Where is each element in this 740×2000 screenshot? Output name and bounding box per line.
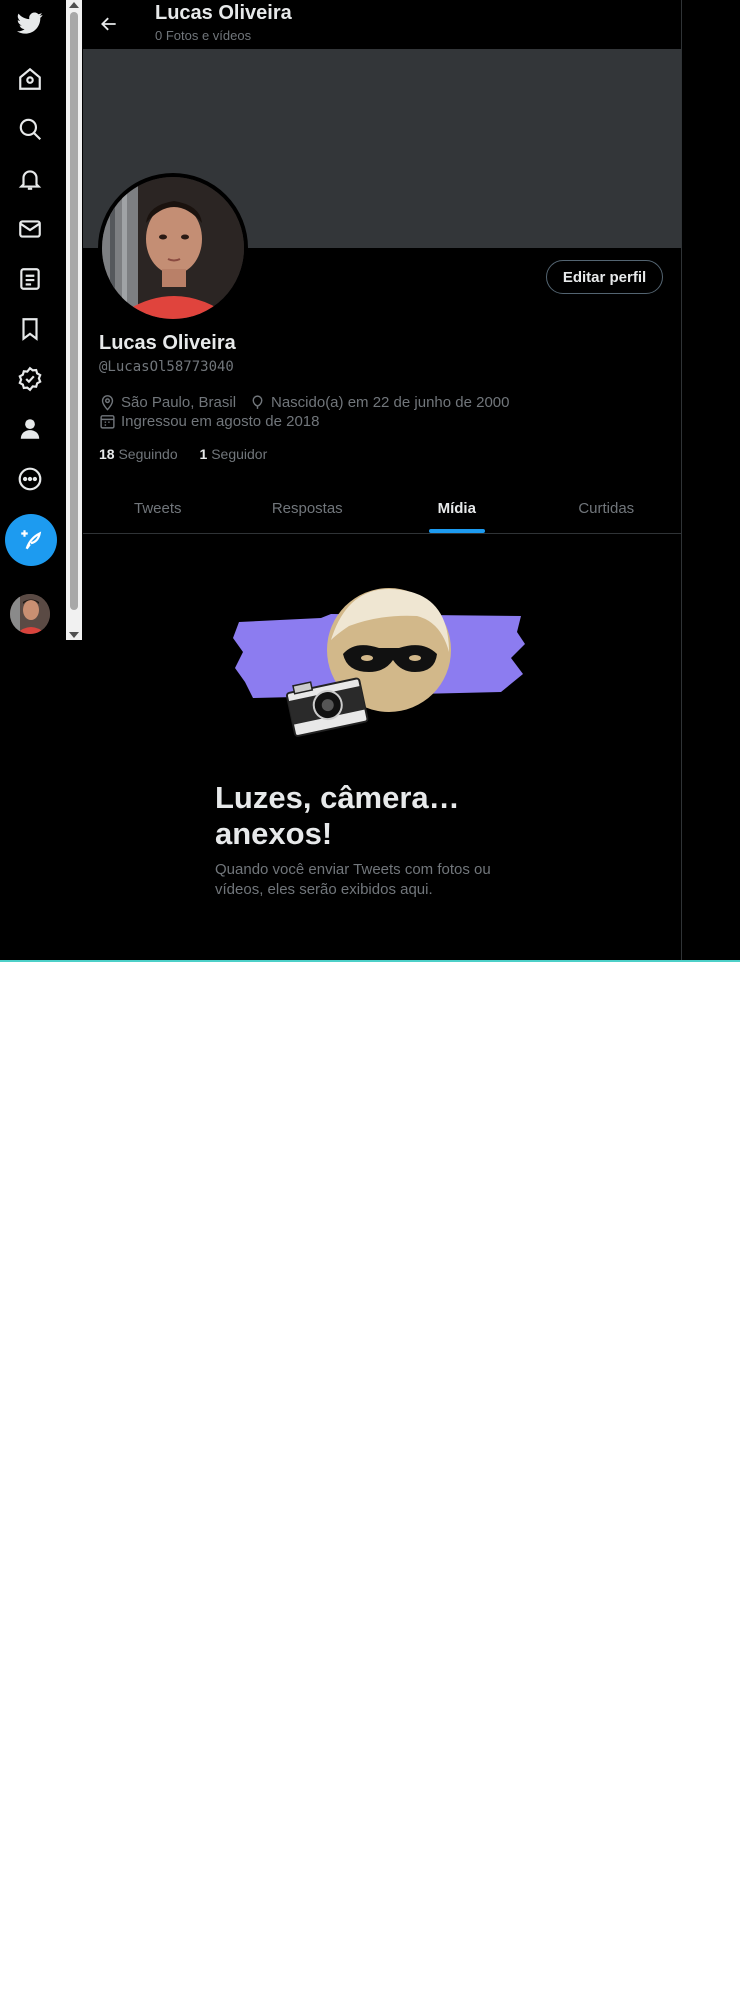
home-icon[interactable] — [10, 59, 50, 99]
more-options-icon[interactable] — [10, 459, 50, 499]
tab-media[interactable]: Mídia — [382, 484, 532, 533]
app-root: Lucas Oliveira 0 Fotos e vídeos Editar p… — [0, 0, 740, 962]
scroll-up-arrow-icon[interactable] — [69, 2, 79, 8]
follow-stats: 18 Seguindo 1 Seguidor — [99, 446, 267, 462]
compose-tweet-button[interactable] — [5, 514, 57, 566]
twitter-logo-icon[interactable] — [10, 3, 50, 43]
calendar-icon — [100, 415, 115, 429]
verified-icon[interactable] — [10, 359, 50, 399]
notifications-bell-icon[interactable] — [10, 159, 50, 199]
header-profile-name: Lucas Oliveira — [155, 2, 292, 24]
arrow-left-icon — [101, 17, 116, 31]
account-avatar[interactable] — [10, 594, 50, 634]
following-link[interactable]: 18 Seguindo — [99, 446, 178, 462]
profile-joined: Ingressou em agosto de 2018 — [99, 413, 319, 430]
messages-envelope-icon[interactable] — [10, 209, 50, 249]
profile-name: Lucas Oliveira — [99, 332, 236, 354]
empty-media-illustration — [233, 588, 525, 737]
profile-location: São Paulo, Brasil — [99, 394, 236, 411]
header-media-count: 0 Fotos e vídeos — [155, 28, 252, 43]
lists-icon[interactable] — [10, 259, 50, 299]
tab-likes[interactable]: Curtidas — [532, 484, 682, 533]
location-pin-icon — [101, 395, 114, 411]
scroll-down-arrow-icon[interactable] — [69, 632, 79, 638]
sidebar-nav — [0, 0, 66, 640]
bookmark-icon[interactable] — [10, 309, 50, 349]
birthdate-text: Nascido(a) em 22 de junho de 2000 — [271, 394, 510, 411]
page-bottom-edge — [0, 960, 740, 962]
joined-text: Ingressou em agosto de 2018 — [121, 413, 320, 430]
location-text: São Paulo, Brasil — [121, 394, 237, 411]
profile-handle: @LucasOl58773040 — [99, 359, 234, 375]
edit-profile-button[interactable]: Editar perfil — [546, 260, 663, 294]
empty-state-title: Luzes, câmera… anexos! — [215, 780, 460, 851]
search-icon[interactable] — [10, 109, 50, 149]
profile-tabs: Tweets Respostas Mídia Curtidas — [83, 484, 681, 534]
profile-birthdate: Nascido(a) em 22 de junho de 2000 — [249, 394, 510, 411]
back-button[interactable] — [91, 6, 127, 42]
profile-top-bar: Lucas Oliveira 0 Fotos e vídeos — [83, 0, 681, 48]
followers-link[interactable]: 1 Seguidor — [200, 446, 268, 462]
feather-plus-icon — [21, 530, 42, 550]
profile-avatar[interactable] — [98, 173, 248, 323]
tab-replies[interactable]: Respostas — [233, 484, 383, 533]
scrollbar[interactable] — [66, 0, 82, 640]
active-tab-indicator — [428, 529, 485, 533]
scroll-thumb[interactable] — [70, 12, 78, 610]
balloon-icon — [252, 395, 263, 409]
tab-tweets[interactable]: Tweets — [83, 484, 233, 533]
profile-column: Lucas Oliveira 0 Fotos e vídeos Editar p… — [83, 0, 682, 962]
empty-state-description: Quando você enviar Tweets com fotos ou v… — [215, 861, 491, 898]
profile-person-icon[interactable] — [10, 409, 50, 449]
